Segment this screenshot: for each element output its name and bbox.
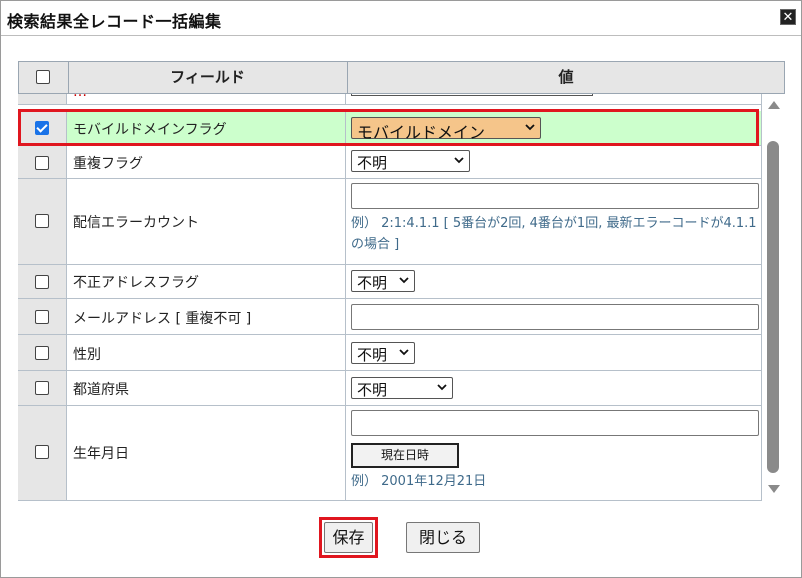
table-row: 配信エラーカウント 例） 2:1:4.1.1 [ 5番台が2回, 4番台が1回,…	[18, 179, 761, 265]
table-header: フィールド 値	[18, 61, 785, 94]
chevron-down-icon	[525, 124, 535, 131]
table-row: 生年月日 現在日時 例） 2001年12月21日	[18, 406, 761, 501]
invalid-address-select[interactable]: 不明	[351, 270, 415, 292]
now-datetime-button[interactable]: 現在日時	[351, 443, 459, 468]
scroll-down-icon[interactable]	[768, 485, 780, 493]
table-row: モバイルドメインフラグ モバイルドメイン	[18, 111, 761, 146]
select-all-checkbox[interactable]	[36, 70, 50, 84]
table-row: 重複フラグ 不明	[18, 146, 761, 179]
duplicate-flag-select[interactable]: 不明	[351, 150, 470, 172]
table-row: 都道府県 不明	[18, 371, 761, 406]
birthdate-input[interactable]	[351, 410, 759, 436]
field-label: メールアドレス [ 重複不可 ]	[73, 311, 252, 327]
chevron-down-icon	[454, 157, 464, 164]
row-checkbox[interactable]	[35, 445, 49, 459]
mobile-domain-select[interactable]: モバイルドメイン	[351, 117, 541, 142]
save-button[interactable]: 保存	[324, 522, 373, 553]
dialog-titlebar: 検索結果全レコード一括編集 ✕	[1, 1, 801, 35]
field-label: 配信エラーカウント	[73, 215, 199, 231]
field-label: 生年月日	[73, 446, 129, 462]
title-divider	[1, 35, 801, 36]
field-label: 不正アドレスフラグ	[73, 275, 199, 291]
prefecture-select[interactable]: 不明	[351, 377, 453, 399]
field-label: 重複フラグ	[73, 156, 143, 172]
email-input[interactable]	[351, 304, 759, 330]
partial-select[interactable]: …	[351, 94, 593, 96]
row-checkbox[interactable]	[35, 346, 49, 360]
row-checkbox[interactable]	[35, 381, 49, 395]
row-checkbox[interactable]	[35, 121, 49, 135]
scroll-up-icon[interactable]	[768, 101, 780, 109]
edit-table: フィールド 値 … … モバイルドメインフラグ モバイルドメイン	[18, 61, 785, 501]
field-label: 都道府県	[73, 382, 129, 398]
row-checkbox[interactable]	[35, 156, 49, 170]
row-checkbox[interactable]	[35, 214, 49, 228]
error-count-input[interactable]	[351, 183, 759, 209]
field-label: 性別	[73, 347, 101, 363]
row-checkbox[interactable]	[35, 275, 49, 289]
table-row: 性別 不明	[18, 335, 761, 371]
table-row: 不正アドレスフラグ 不明	[18, 265, 761, 299]
header-value: 値	[558, 68, 574, 86]
table-right-border	[761, 94, 762, 501]
row-checkbox[interactable]	[35, 310, 49, 324]
chevron-down-icon	[399, 349, 409, 356]
table-row: メールアドレス [ 重複不可 ]	[18, 299, 761, 335]
partial-field-label: …	[73, 94, 87, 100]
error-count-hint: 例） 2:1:4.1.1 [ 5番台が2回, 4番台が1回, 最新エラーコードが…	[351, 216, 757, 252]
field-label: モバイルドメインフラグ	[73, 122, 227, 138]
bulk-edit-dialog: 検索結果全レコード一括編集 ✕ フィールド 値 … … モバイルドメインフラグ	[0, 0, 802, 578]
gender-select[interactable]: 不明	[351, 342, 415, 364]
dialog-title: 検索結果全レコード一括編集	[7, 12, 222, 31]
birthdate-hint: 例） 2001年12月21日	[351, 474, 487, 489]
header-select-all-cell	[19, 62, 69, 93]
chevron-down-icon	[437, 384, 447, 391]
table-body: … … モバイルドメインフラグ モバイルドメイン 重複フラグ	[18, 94, 761, 501]
chevron-down-icon	[399, 277, 409, 284]
close-icon[interactable]: ✕	[780, 9, 796, 25]
scroll-thumb[interactable]	[767, 141, 779, 473]
scrollbar[interactable]	[766, 97, 782, 501]
table-row-partial: … …	[18, 94, 761, 105]
header-field: フィールド	[68, 62, 348, 93]
close-button[interactable]: 閉じる	[406, 522, 480, 553]
